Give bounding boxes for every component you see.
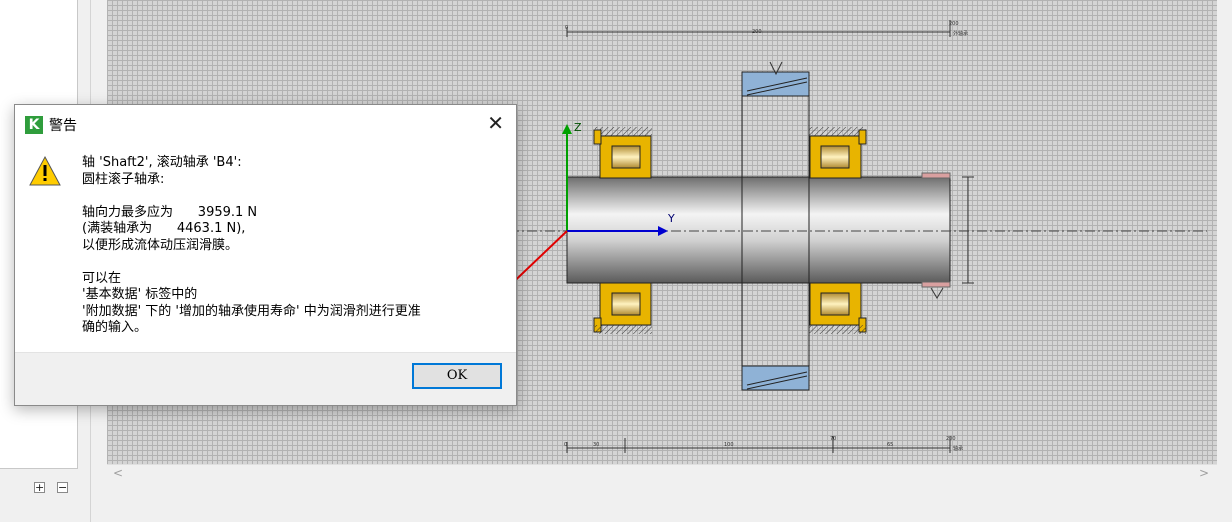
dim-bottom-3: 70 <box>830 436 836 442</box>
dim-top-right-label: 200 <box>949 21 959 27</box>
dim-top-mid-label: 200 <box>752 29 762 35</box>
collapse-all-button[interactable]: − <box>57 482 68 493</box>
warning-icon <box>29 155 61 186</box>
bearing-right-top <box>809 127 867 179</box>
dim-bottom-2: 100 <box>724 442 734 448</box>
scroll-left-arrow[interactable]: < <box>113 466 123 480</box>
dim-bottom-5: 200 <box>946 436 956 442</box>
bearing-right-bottom <box>809 282 867 334</box>
bearing-left-top <box>593 127 652 179</box>
dim-bottom-0: 0 <box>564 442 567 448</box>
status-strip <box>107 482 1232 522</box>
dim-bottom-4: 65 <box>887 442 893 448</box>
axis-y-label: Y <box>667 212 675 225</box>
dim-top-left-label: 0 <box>565 25 568 31</box>
app-icon: K <box>25 116 43 134</box>
shaft <box>566 172 951 299</box>
dialog-message: 轴 'Shaft2', 滚动轴承 'B4': 圆柱滚子轴承: 轴向力最多应为 3… <box>82 155 421 335</box>
vertical-scrollbar[interactable] <box>1217 0 1232 464</box>
ok-button[interactable]: OK <box>412 363 502 389</box>
dim-bottom-1: 30 <box>593 442 599 448</box>
dim-bottom-unit: 轴承 <box>953 445 963 452</box>
top-dimension: 0 200 200 外轴承 <box>565 20 968 37</box>
dialog-footer: OK <box>15 352 516 405</box>
expand-all-button[interactable]: + <box>34 482 45 493</box>
scroll-right-arrow[interactable]: > <box>1199 466 1209 480</box>
dialog-title: 警告 <box>49 118 77 134</box>
dialog-title-bar[interactable]: K 警告 ✕ <box>15 105 516 143</box>
bearing-left-bottom <box>593 282 652 334</box>
dim-top-unit-label: 外轴承 <box>953 30 968 37</box>
bottom-dimension: 0 30 100 70 65 200 轴承 <box>564 436 963 453</box>
horizontal-scrollbar[interactable]: < > <box>107 464 1217 482</box>
diameter-dimension <box>962 176 974 284</box>
close-icon[interactable]: ✕ <box>487 111 504 135</box>
warning-dialog: K 警告 ✕ 轴 'Shaft2', 滚动轴承 'B4': 圆柱滚子轴承: 轴向… <box>14 104 517 406</box>
axis-z-label: Z <box>574 121 582 134</box>
